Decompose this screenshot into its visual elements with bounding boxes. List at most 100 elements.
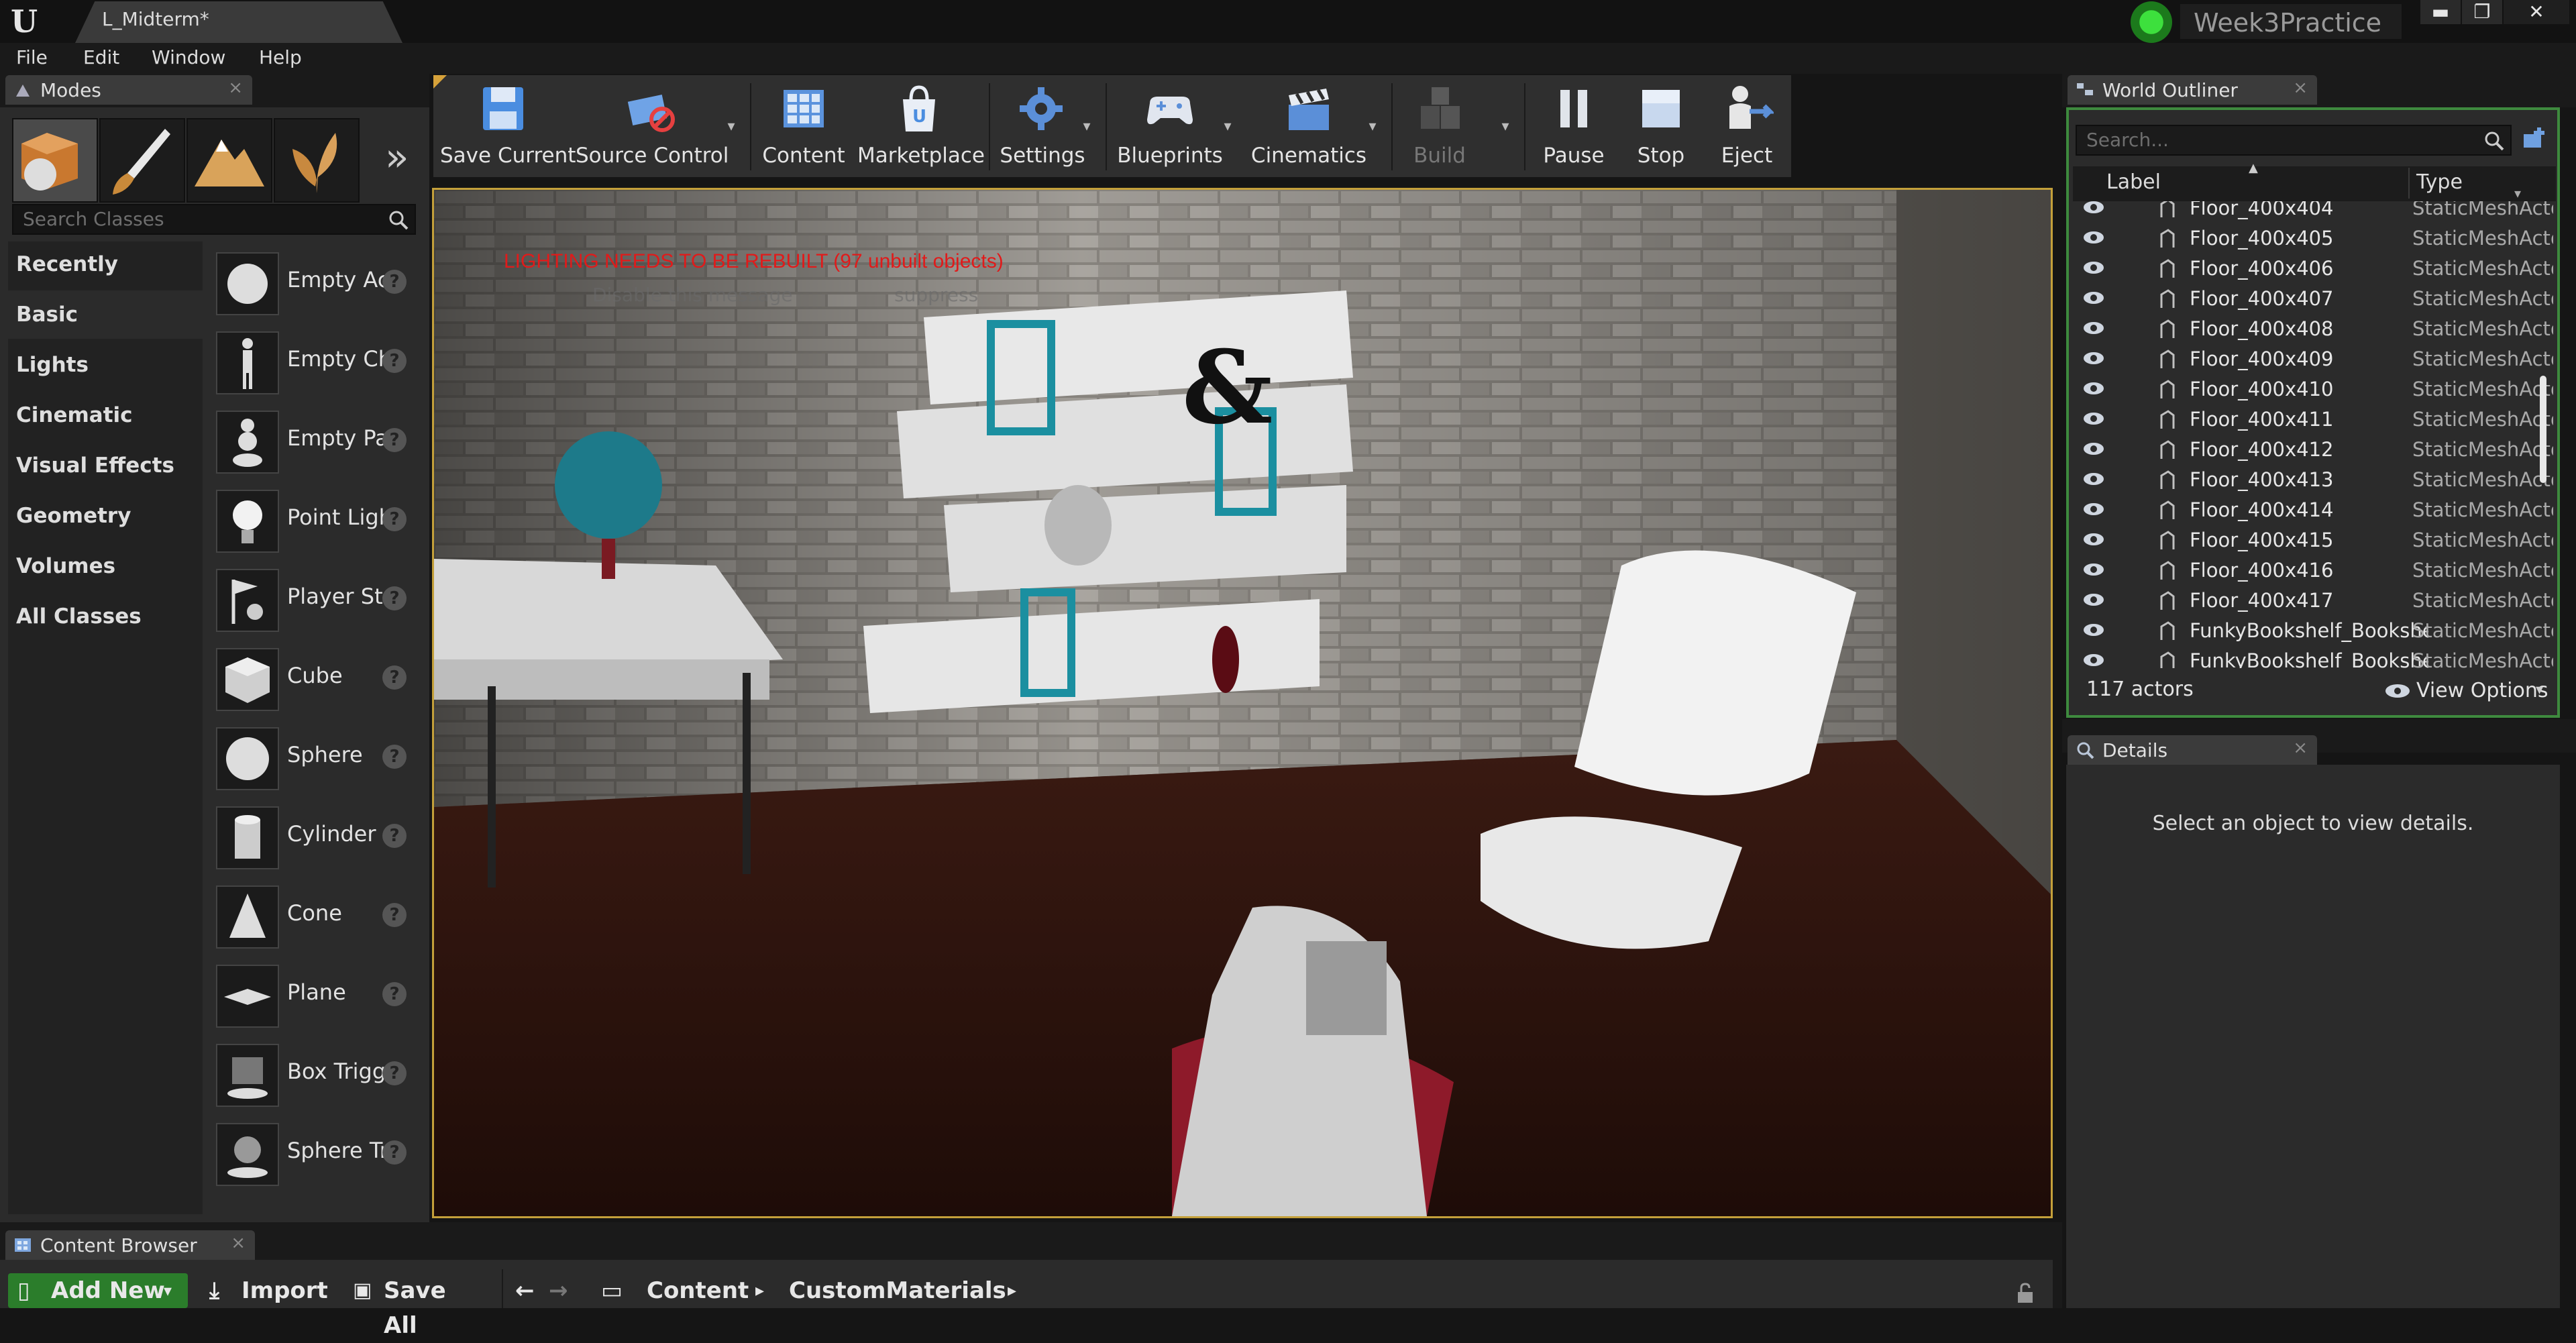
breadcrumb-custom-materials[interactable]: CustomMaterials (789, 1273, 1006, 1308)
restore-button[interactable]: ❐ (2462, 0, 2502, 24)
stop-button[interactable]: Stop (1623, 78, 1699, 176)
eye-icon[interactable] (2082, 472, 2105, 486)
eye-icon[interactable] (2082, 592, 2105, 607)
outliner-row[interactable]: Floor_400x412 StaticMeshActor (2073, 435, 2556, 465)
cinematics-button[interactable]: Cinematics (1246, 78, 1371, 176)
category-geometry[interactable]: Geometry (8, 492, 203, 540)
lock-icon[interactable] (2015, 1281, 2035, 1304)
save-current-button[interactable]: Save Current (440, 78, 576, 176)
source-control-dropdown[interactable]: ▾ (723, 118, 739, 135)
category-visual-effects[interactable]: Visual Effects (8, 441, 203, 490)
eye-icon[interactable] (2082, 290, 2105, 305)
class-item[interactable]: Sphere? (208, 722, 421, 796)
column-type-header[interactable]: Type (2416, 170, 2463, 194)
outliner-row[interactable]: Floor_400x409 StaticMeshActor (2073, 344, 2556, 374)
breadcrumb-separator[interactable]: ▸ (1008, 1273, 1016, 1308)
pause-button[interactable]: Pause (1531, 78, 1617, 176)
help-icon[interactable]: ? (382, 349, 407, 373)
outliner-row[interactable]: Floor_400x410 StaticMeshActor (2073, 374, 2556, 405)
help-icon[interactable]: ? (382, 665, 407, 690)
eye-icon[interactable] (2082, 623, 2105, 637)
level-viewport[interactable]: LIGHTING NEEDS TO BE REBUILT (97 unbuilt… (432, 188, 2053, 1218)
eye-icon[interactable] (2082, 502, 2105, 517)
menu-edit[interactable]: Edit (83, 44, 119, 71)
outliner-search-input[interactable]: Search... (2076, 125, 2512, 156)
eye-icon[interactable] (2082, 351, 2105, 366)
source-control-button[interactable]: Source Control (576, 78, 729, 176)
help-icon[interactable]: ? (382, 903, 407, 927)
class-item[interactable]: Empty Character? (208, 326, 421, 400)
close-icon[interactable]: × (2293, 78, 2308, 98)
menu-help[interactable]: Help (259, 44, 302, 71)
close-icon[interactable]: × (2293, 738, 2308, 758)
outliner-row[interactable]: Floor_400x417 StaticMeshActor (2073, 586, 2556, 616)
breadcrumb-separator[interactable]: ▸ (755, 1273, 764, 1308)
suppress-link[interactable]: suppress (894, 284, 978, 306)
settings-dropdown[interactable]: ▾ (1079, 118, 1095, 135)
settings-button[interactable]: Settings (996, 78, 1089, 176)
eye-icon[interactable] (2082, 321, 2105, 335)
add-filter-button[interactable] (2520, 125, 2549, 154)
save-all-button[interactable]: ▣ Save All (353, 1273, 487, 1339)
mode-landscape[interactable] (186, 118, 272, 203)
outliner-row[interactable]: Floor_400x413 StaticMeshActor (2073, 465, 2556, 495)
outliner-row[interactable]: Floor_400x405 StaticMeshActor (2073, 223, 2556, 254)
help-icon[interactable]: ? (382, 745, 407, 769)
class-item[interactable]: Empty Actor? (208, 247, 421, 321)
class-item[interactable]: Player Start? (208, 563, 421, 637)
add-new-button[interactable]: ▯ Add New ▾ (8, 1273, 188, 1308)
category-cinematic[interactable]: Cinematic (8, 391, 203, 439)
outliner-scrollbar[interactable] (2540, 376, 2546, 483)
class-item[interactable]: Plane? (208, 959, 421, 1033)
eye-icon[interactable] (2082, 381, 2105, 396)
blueprints-button[interactable]: Blueprints (1112, 78, 1228, 176)
menu-file[interactable]: File (16, 44, 48, 71)
class-item[interactable]: Cube? (208, 643, 421, 716)
more-modes-button[interactable]: » (385, 134, 409, 180)
marketplace-button[interactable]: U Marketplace (857, 78, 985, 176)
breadcrumb-content[interactable]: Content (647, 1273, 749, 1308)
eye-icon[interactable] (2082, 411, 2105, 426)
class-item[interactable]: Cylinder? (208, 801, 421, 875)
eye-icon[interactable] (2082, 532, 2105, 547)
eye-icon[interactable] (2082, 653, 2105, 667)
eye-icon[interactable] (2082, 230, 2105, 245)
help-icon[interactable]: ? (382, 428, 407, 452)
column-label-header[interactable]: Label (2106, 170, 2161, 194)
tab-content-browser[interactable]: Content Browser × (5, 1230, 255, 1260)
close-icon[interactable]: × (231, 1233, 246, 1253)
outliner-row[interactable]: Floor_400x411 StaticMeshActor (2073, 405, 2556, 435)
category-volumes[interactable]: Volumes (8, 542, 203, 590)
outliner-row[interactable]: Floor_400x404 StaticMeshActor (2073, 201, 2556, 223)
close-button[interactable]: ✕ (2504, 0, 2569, 24)
class-item[interactable]: Empty Pawn? (208, 405, 421, 479)
eye-icon[interactable] (2082, 260, 2105, 275)
cinematics-dropdown[interactable]: ▾ (1364, 118, 1381, 135)
close-icon[interactable]: × (228, 78, 243, 98)
help-icon[interactable]: ? (382, 982, 407, 1006)
help-icon[interactable]: ? (382, 824, 407, 848)
build-button[interactable]: Build (1398, 78, 1481, 176)
type-column-dropdown[interactable]: ▾ (2514, 185, 2521, 201)
class-item[interactable]: Box Trigger? (208, 1038, 421, 1112)
category-recently-placed[interactable]: Recently Placed (8, 240, 203, 325)
search-classes-input[interactable]: Search Classes (12, 204, 416, 235)
outliner-row[interactable]: FunkyBookshelf_BookshelfStaticMeshActor (2073, 616, 2556, 646)
view-options-button[interactable]: View Options ▾ (2380, 676, 2552, 706)
outliner-row[interactable]: FunkyBookshelf_BookshelfStaticMeshActor (2073, 646, 2556, 668)
help-icon[interactable]: ? (382, 1061, 407, 1085)
eye-icon[interactable] (2082, 201, 2105, 215)
category-lights[interactable]: Lights (8, 341, 203, 389)
outliner-row[interactable]: Floor_400x415 StaticMeshActor (2073, 525, 2556, 555)
help-icon[interactable]: ? (382, 270, 407, 294)
forward-button[interactable]: → (549, 1273, 576, 1308)
mode-paint[interactable] (99, 118, 185, 203)
class-item[interactable]: Point Light? (208, 484, 421, 558)
minimize-button[interactable]: ▬ (2420, 0, 2461, 24)
blueprints-dropdown[interactable]: ▾ (1220, 118, 1236, 135)
mode-foliage[interactable] (274, 118, 360, 203)
mode-place[interactable] (12, 118, 98, 203)
tab-world-outliner[interactable]: World Outliner × (2068, 75, 2317, 105)
class-item[interactable]: Sphere Trigger? (208, 1118, 421, 1191)
import-button[interactable]: ⤓ Import (209, 1273, 330, 1308)
